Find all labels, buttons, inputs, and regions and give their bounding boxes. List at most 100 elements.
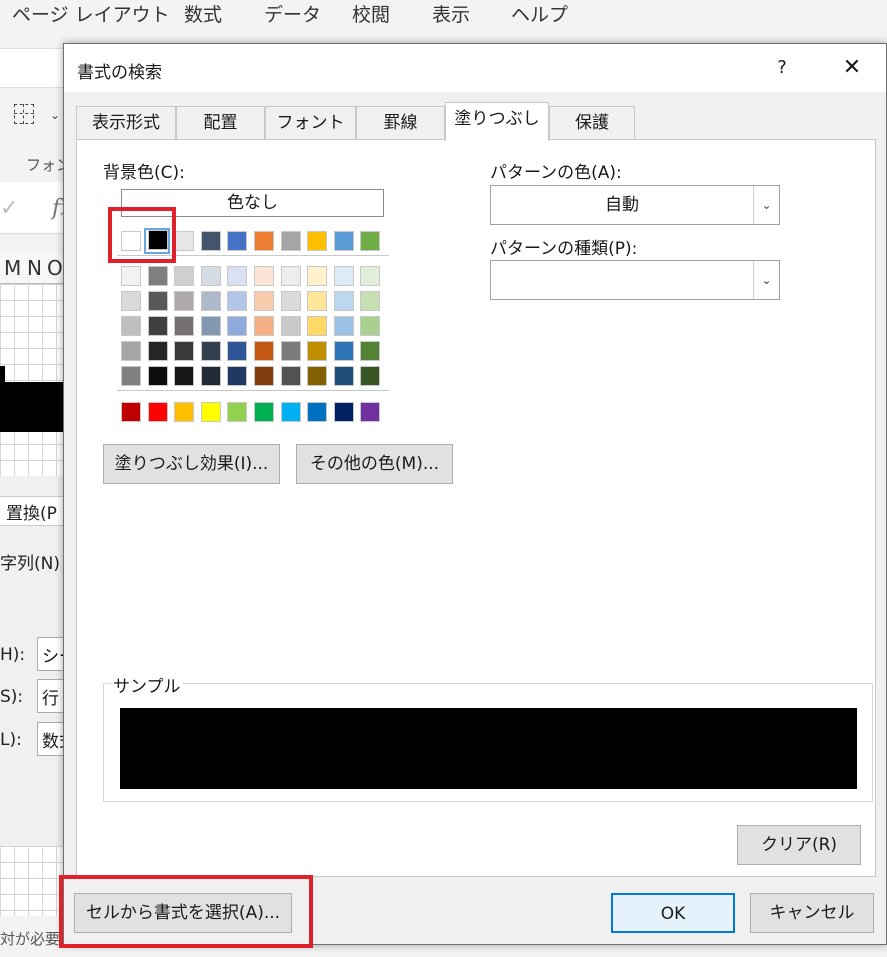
chevron-down-icon[interactable]: ⌄ <box>753 186 779 224</box>
color-swatch[interactable] <box>334 266 354 286</box>
standard-color-swatch[interactable] <box>360 402 380 422</box>
color-swatch[interactable] <box>360 231 380 251</box>
color-swatch[interactable] <box>121 341 141 361</box>
color-swatch[interactable] <box>254 266 274 286</box>
ribbon-tab-help[interactable]: ヘルプ <box>511 0 568 27</box>
color-swatch[interactable] <box>360 366 380 386</box>
standard-color-swatch[interactable] <box>307 402 327 422</box>
ribbon-tab-data[interactable]: データ <box>264 0 321 27</box>
standard-color-swatch[interactable] <box>281 402 301 422</box>
color-swatch[interactable] <box>174 266 194 286</box>
color-swatch[interactable] <box>254 341 274 361</box>
tab-replace[interactable]: 置換(P <box>0 496 70 526</box>
standard-color-swatch[interactable] <box>148 402 168 422</box>
tab-alignment[interactable]: 配置 <box>176 106 265 140</box>
ribbon-tab-review[interactable]: 校閲 <box>352 0 390 27</box>
color-swatch[interactable] <box>201 316 221 336</box>
color-swatch[interactable] <box>281 266 301 286</box>
ribbon-tab-view[interactable]: 表示 <box>432 0 470 27</box>
color-swatch[interactable] <box>174 316 194 336</box>
color-swatch[interactable] <box>148 316 168 336</box>
color-swatch[interactable] <box>360 341 380 361</box>
color-swatch[interactable] <box>254 291 274 311</box>
cancel-button[interactable]: キャンセル <box>750 893 874 933</box>
chevron-down-icon[interactable]: ⌄ <box>753 261 779 299</box>
color-swatch[interactable] <box>334 291 354 311</box>
color-swatch[interactable] <box>174 366 194 386</box>
color-swatch[interactable] <box>281 291 301 311</box>
column-header-m[interactable]: M <box>4 256 21 280</box>
close-button[interactable]: ✕ <box>834 52 870 84</box>
standard-color-swatch[interactable] <box>254 402 274 422</box>
color-swatch[interactable] <box>148 341 168 361</box>
color-swatch[interactable] <box>148 266 168 286</box>
color-swatch[interactable] <box>121 266 141 286</box>
color-swatch[interactable] <box>334 316 354 336</box>
tab-number-format[interactable]: 表示形式 <box>76 106 176 140</box>
color-swatch[interactable] <box>201 231 221 251</box>
ok-button[interactable]: OK <box>611 893 735 933</box>
cell-grid[interactable] <box>0 284 70 476</box>
color-swatch[interactable] <box>148 366 168 386</box>
color-swatch[interactable] <box>307 266 327 286</box>
color-swatch[interactable] <box>334 341 354 361</box>
color-swatch[interactable] <box>281 231 301 251</box>
color-swatch[interactable] <box>201 266 221 286</box>
ribbon-tab-formulas[interactable]: 数式 <box>184 0 222 27</box>
color-swatch[interactable] <box>307 366 327 386</box>
fill-effects-button[interactable]: 塗りつぶし効果(I)... <box>103 444 280 484</box>
standard-color-swatch[interactable] <box>174 402 194 422</box>
color-swatch[interactable] <box>334 366 354 386</box>
color-swatch[interactable] <box>334 231 354 251</box>
color-swatch[interactable] <box>227 341 247 361</box>
color-swatch[interactable] <box>201 366 221 386</box>
pattern-color-select[interactable]: 自動 ⌄ <box>490 185 780 225</box>
borders-icon[interactable] <box>14 104 34 124</box>
standard-color-swatch[interactable] <box>227 402 247 422</box>
ribbon-tab-page-layout[interactable]: ページ レイアウト <box>12 0 170 27</box>
color-swatch[interactable] <box>360 266 380 286</box>
color-swatch[interactable] <box>307 316 327 336</box>
tab-border[interactable]: 罫線 <box>356 106 445 140</box>
color-swatch[interactable] <box>227 291 247 311</box>
color-swatch[interactable] <box>201 341 221 361</box>
color-swatch[interactable] <box>174 231 194 251</box>
column-header-n[interactable]: N <box>27 256 42 280</box>
color-swatch[interactable] <box>254 316 274 336</box>
more-colors-button[interactable]: その他の色(M)... <box>296 444 453 484</box>
color-swatch[interactable] <box>360 291 380 311</box>
color-swatch[interactable] <box>360 316 380 336</box>
color-swatch[interactable] <box>307 231 327 251</box>
color-swatch[interactable] <box>307 291 327 311</box>
column-header-o[interactable]: O <box>47 256 63 280</box>
color-swatch[interactable] <box>201 291 221 311</box>
look-in-label: L): <box>0 730 22 750</box>
tab-protection[interactable]: 保護 <box>549 106 635 140</box>
tab-fill[interactable]: 塗りつぶし <box>445 102 549 141</box>
color-swatch[interactable] <box>254 366 274 386</box>
help-button[interactable]: ? <box>764 52 800 84</box>
color-swatch[interactable] <box>227 316 247 336</box>
check-icon[interactable]: ✓ <box>0 196 18 221</box>
color-swatch[interactable] <box>227 366 247 386</box>
color-swatch[interactable] <box>121 291 141 311</box>
standard-color-swatch[interactable] <box>334 402 354 422</box>
color-swatch[interactable] <box>148 291 168 311</box>
tab-font[interactable]: フォント <box>265 106 356 140</box>
clear-button[interactable]: クリア(R) <box>737 825 861 865</box>
pattern-style-select[interactable]: ⌄ <box>490 260 780 300</box>
standard-color-swatch[interactable] <box>201 402 221 422</box>
color-swatch[interactable] <box>281 366 301 386</box>
color-swatch[interactable] <box>307 341 327 361</box>
color-swatch[interactable] <box>281 341 301 361</box>
color-swatch[interactable] <box>281 316 301 336</box>
color-swatch[interactable] <box>174 341 194 361</box>
color-swatch[interactable] <box>227 231 247 251</box>
color-swatch[interactable] <box>174 291 194 311</box>
chevron-down-icon[interactable]: ⌄ <box>50 108 60 122</box>
color-swatch[interactable] <box>254 231 274 251</box>
standard-color-swatch[interactable] <box>121 402 141 422</box>
color-swatch[interactable] <box>121 366 141 386</box>
color-swatch[interactable] <box>227 266 247 286</box>
color-swatch[interactable] <box>121 316 141 336</box>
